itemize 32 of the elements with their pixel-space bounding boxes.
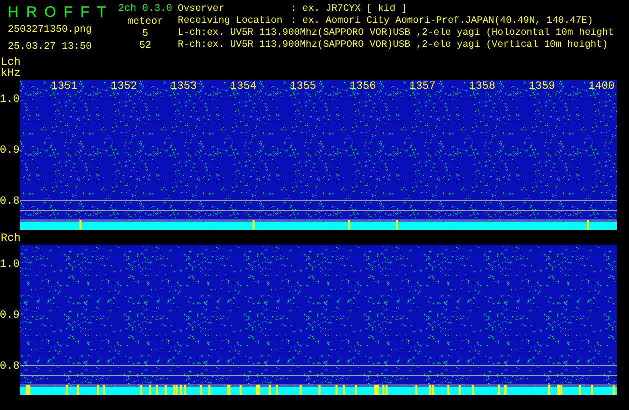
info-label: Receiving Location xyxy=(178,15,284,27)
frequency-label: 0.9 xyxy=(0,146,20,157)
channel-info: L-ch:ex. UV5R 113.900Mhz(SAPPORO VOR)USB ,2-ele yagi (Holozontal 10m height xyxy=(178,27,614,39)
date-time: 25.03.27 13:50 xyxy=(8,41,94,55)
time-label: 1354 xyxy=(230,80,258,94)
time-label: 1353 xyxy=(170,80,198,94)
frequency-label: 0.8 xyxy=(0,362,20,373)
unit-label: kHz xyxy=(1,69,22,80)
channel-label: Rch xyxy=(1,234,22,245)
info-label: Ovserver xyxy=(178,3,226,15)
channel-info: R-ch:ex. UV5R 113.900Mhz(SAPPORO VOR)USB ,2-ele yagi (Vertical 10m height) xyxy=(178,39,610,51)
frequency-label: 0.9 xyxy=(0,311,20,322)
time-label: 1357 xyxy=(409,80,437,94)
frequency-label: 1.0 xyxy=(0,260,20,271)
version-label: 2ch 0.3.0 xyxy=(118,3,172,17)
channel-label: Lch xyxy=(1,58,22,69)
time-label: 1400 xyxy=(588,80,616,94)
time-label: 1356 xyxy=(350,80,378,94)
meteor-count: 5 xyxy=(142,29,148,41)
time-label: 1352 xyxy=(110,80,138,94)
file-name: 2503271350.png xyxy=(8,24,94,38)
meteor-count: 52 xyxy=(139,41,152,53)
time-label: 1359 xyxy=(528,80,556,94)
time-label: 1351 xyxy=(51,80,79,94)
time-label: 1355 xyxy=(290,80,318,94)
frequency-label: 0.8 xyxy=(0,197,20,208)
app-name: HROFFT xyxy=(8,3,114,23)
time-label: 1358 xyxy=(469,80,497,94)
meteor-label: meteor xyxy=(127,17,164,29)
info-value: : ex. Aomori City Aomori-Pref.JAPAN(40.49N, 140.47E) xyxy=(291,15,594,27)
frequency-label: 1.0 xyxy=(0,95,20,106)
info-value: : ex. JR7CYX [ kid ] xyxy=(291,3,408,15)
